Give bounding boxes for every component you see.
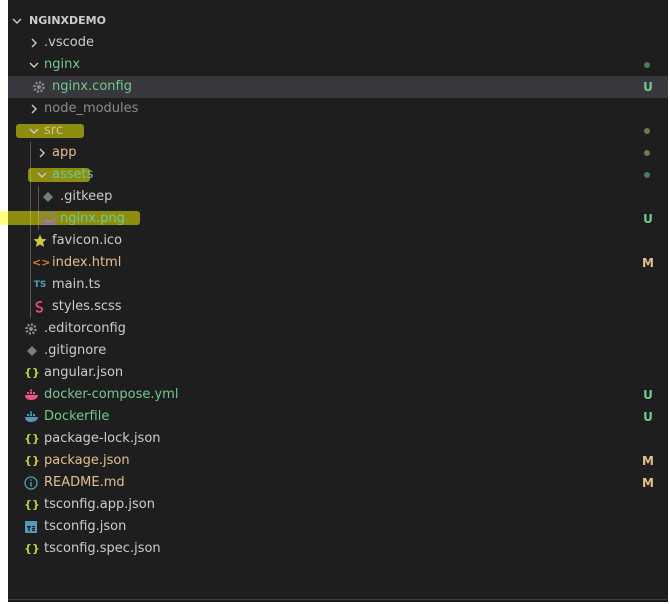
tree-item-label: .gitignore <box>44 343 107 358</box>
docker-whale-icon <box>25 411 38 422</box>
tree-item-label: .vscode <box>44 35 94 50</box>
tree-item-main-ts[interactable]: TS main.ts <box>8 274 668 296</box>
tree-item-dockerfile[interactable]: Dockerfile U <box>8 406 668 428</box>
git-status-badge: M <box>642 454 654 468</box>
tree-item-label: docker-compose.yml <box>44 387 179 402</box>
chevron-down-icon <box>29 128 39 134</box>
sass-icon <box>35 301 43 313</box>
tree-item-gitkeep[interactable]: .gitkeep <box>8 186 668 208</box>
tree-item-styles-scss[interactable]: styles.scss <box>8 296 668 318</box>
html-brackets-icon: <> <box>32 256 51 269</box>
tree-item-package-json[interactable]: {} package.json M <box>8 450 668 472</box>
workspace-title: NGINXDEMO <box>29 14 106 27</box>
panel-bottom-border <box>8 599 668 600</box>
git-status-badge: U <box>643 212 653 226</box>
tree-item-node-modules[interactable]: node_modules <box>8 98 668 120</box>
docker-whale-icon <box>25 389 38 400</box>
explorer-panel: NGINXDEMO .vscode nginx nginx.config U n… <box>0 0 668 602</box>
chevron-down-icon <box>29 62 39 68</box>
tree-item-index-html[interactable]: <> index.html M <box>8 252 668 274</box>
tree-item-label: favicon.ico <box>52 233 123 248</box>
tree-item-label: tsconfig.spec.json <box>44 541 161 556</box>
tree-item-label: nginx <box>44 57 81 72</box>
json-braces-icon: {} <box>24 454 40 467</box>
tree-item-angular-json[interactable]: {} angular.json <box>8 362 668 384</box>
git-status-badge: M <box>642 476 654 490</box>
tree-item-label: assets <box>52 167 94 182</box>
tree-item-label: node_modules <box>44 101 139 116</box>
tree-item-label: Dockerfile <box>44 409 110 424</box>
tree-item-tsconfig-app-json[interactable]: {} tsconfig.app.json <box>8 494 668 516</box>
git-status-badge: U <box>643 410 653 424</box>
tree-item-label: README.md <box>44 475 125 490</box>
chevron-right-icon <box>39 148 45 158</box>
git-diamond-icon <box>43 192 53 202</box>
tree-item-label: package.json <box>44 453 130 468</box>
json-braces-icon: {} <box>24 542 40 555</box>
chevron-down-icon <box>12 18 22 24</box>
git-decoration-dot <box>644 128 650 134</box>
tree-item-label: .editorconfig <box>44 321 126 336</box>
chevron-down-icon <box>37 172 47 178</box>
tree-item-nginx-config[interactable]: nginx.config U <box>8 76 668 98</box>
star-icon <box>33 234 47 247</box>
tree-item-label: main.ts <box>52 277 101 292</box>
tree-item-assets[interactable]: assets <box>8 164 668 186</box>
git-status-badge: U <box>643 388 653 402</box>
tree-item-label: app <box>52 145 77 160</box>
git-decoration-dot <box>644 62 650 68</box>
tree-item-editorconfig[interactable]: .editorconfig <box>8 318 668 340</box>
tsconfig-icon <box>25 521 37 533</box>
gear-icon <box>25 323 37 335</box>
json-braces-icon: {} <box>24 498 40 511</box>
tree-item-favicon[interactable]: favicon.ico <box>8 230 668 252</box>
git-status-badge: U <box>643 80 653 94</box>
tree-item-label: tsconfig.app.json <box>44 497 155 512</box>
chevron-right-icon <box>31 104 37 114</box>
git-decoration-dot <box>644 150 650 156</box>
tree-item-label: index.html <box>52 255 122 270</box>
image-icon <box>41 213 55 225</box>
tree-item-vscode[interactable]: .vscode <box>8 32 668 54</box>
gear-icon <box>33 81 45 93</box>
tree-item-label: tsconfig.json <box>44 519 127 534</box>
tree-item-label: src <box>44 123 63 138</box>
tree-item-app[interactable]: app <box>8 142 668 164</box>
tree-item-label: nginx.config <box>52 79 132 94</box>
tree-item-docker-compose[interactable]: docker-compose.yml U <box>8 384 668 406</box>
tree-item-tsconfig-spec-json[interactable]: {} tsconfig.spec.json <box>8 538 668 560</box>
tree-item-package-lock-json[interactable]: {} package-lock.json <box>8 428 668 450</box>
json-braces-icon: {} <box>24 432 40 445</box>
tree-item-gitignore[interactable]: .gitignore <box>8 340 668 362</box>
tree-item-label: .gitkeep <box>60 189 113 204</box>
chevron-right-icon <box>31 38 37 48</box>
tree-item-nginx[interactable]: nginx <box>8 54 668 76</box>
tree-item-nginx-png[interactable]: nginx.png U <box>8 208 668 230</box>
tree-item-readme[interactable]: README.md M <box>8 472 668 494</box>
git-diamond-icon <box>27 346 37 356</box>
git-decoration-dot <box>644 172 650 178</box>
tree-item-src[interactable]: src <box>8 120 668 142</box>
typescript-icon: TS <box>33 280 47 290</box>
tree-item-tsconfig-json[interactable]: tsconfig.json <box>8 516 668 538</box>
json-braces-icon: {} <box>24 366 40 379</box>
tree-item-label: nginx.png <box>60 211 125 226</box>
tree-item-label: styles.scss <box>52 299 122 314</box>
tree-item-label: angular.json <box>44 365 124 380</box>
git-status-badge: M <box>642 256 654 270</box>
info-icon <box>24 476 38 490</box>
tree-item-label: package-lock.json <box>44 431 161 446</box>
